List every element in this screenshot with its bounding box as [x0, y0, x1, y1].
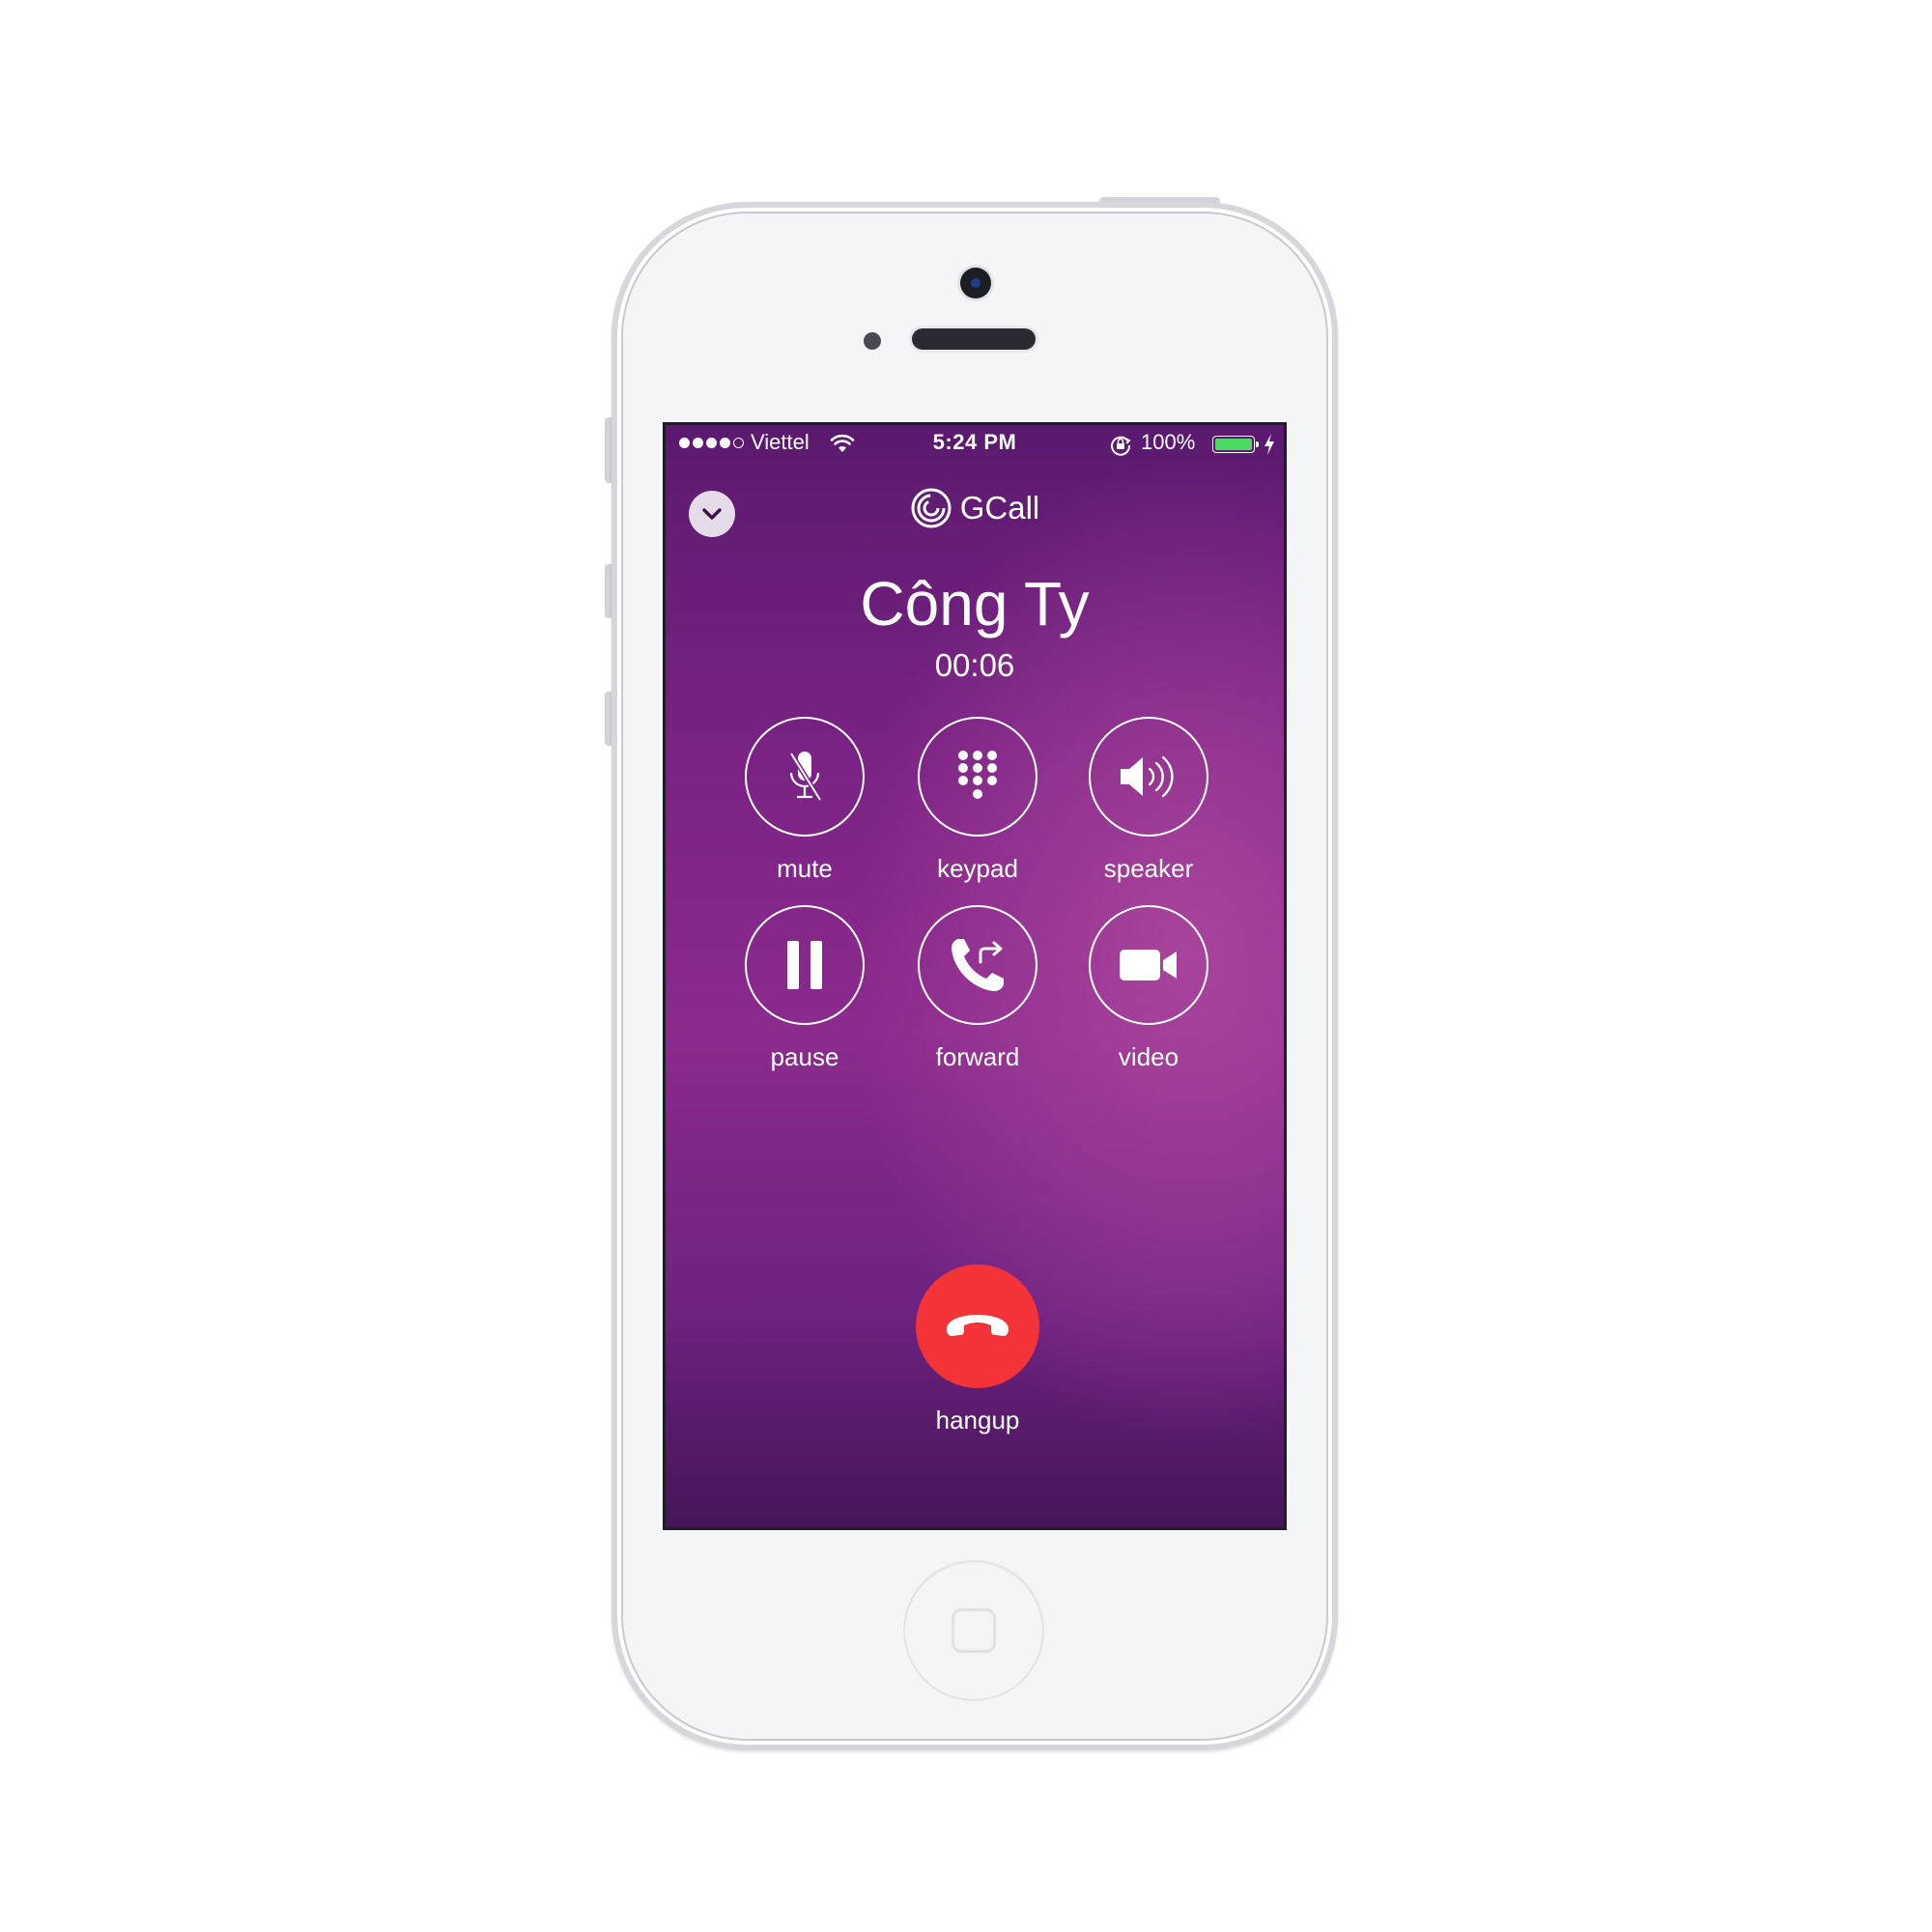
forward-circle[interactable] — [918, 905, 1037, 1025]
call-forward-icon — [952, 939, 1004, 991]
keypad-circle[interactable] — [918, 717, 1037, 837]
battery-icon — [1212, 436, 1255, 453]
muted-microphone-icon — [788, 752, 823, 802]
mute-label: mute — [777, 854, 833, 883]
keypad-button[interactable]: keypad — [891, 717, 1065, 884]
speaker-icon — [1121, 755, 1174, 798]
gcall-logo-icon — [911, 488, 952, 528]
caller-name: Công Ty — [860, 569, 1090, 639]
video-label: video — [1118, 1042, 1179, 1071]
pause-icon — [787, 941, 822, 989]
battery-percent: 100% — [1141, 430, 1196, 454]
proximity-sensor — [864, 332, 881, 350]
call-screen: Viettel 5:24 PM 100% GCall Công Ty 00:06… — [663, 422, 1287, 1530]
speaker-button[interactable]: speaker — [1062, 717, 1236, 884]
hangup-button[interactable]: hangup — [891, 1264, 1065, 1435]
keypad-label: keypad — [937, 854, 1018, 883]
video-circle[interactable] — [1089, 905, 1208, 1025]
earpiece-speaker — [912, 328, 1036, 350]
video-camera-icon — [1120, 950, 1177, 980]
hangup-label: hangup — [935, 1406, 1020, 1435]
battery-tip — [1256, 441, 1259, 447]
forward-label: forward — [935, 1042, 1020, 1071]
status-bar: Viettel 5:24 PM 100% — [666, 425, 1284, 464]
end-call-icon — [947, 1315, 1009, 1336]
speaker-label: speaker — [1103, 854, 1194, 883]
mute-button[interactable]: mute — [718, 717, 892, 884]
front-camera — [960, 268, 991, 298]
video-button[interactable]: video — [1062, 905, 1236, 1072]
rotation-lock-icon — [1109, 433, 1132, 462]
app-brand: GCall — [666, 487, 1284, 529]
hangup-circle[interactable] — [916, 1264, 1039, 1388]
mute-circle[interactable] — [745, 717, 865, 837]
pause-circle[interactable] — [745, 905, 865, 1025]
keypad-icon — [958, 751, 997, 799]
home-button[interactable] — [905, 1562, 1042, 1699]
pause-label: pause — [770, 1042, 839, 1071]
speaker-circle[interactable] — [1089, 717, 1208, 837]
charging-bolt-icon — [1263, 433, 1276, 462]
forward-button[interactable]: forward — [891, 905, 1065, 1072]
call-duration: 00:06 — [934, 647, 1015, 683]
app-name: GCall — [959, 490, 1040, 526]
home-square-icon — [952, 1608, 996, 1653]
pause-button[interactable]: pause — [718, 905, 892, 1072]
